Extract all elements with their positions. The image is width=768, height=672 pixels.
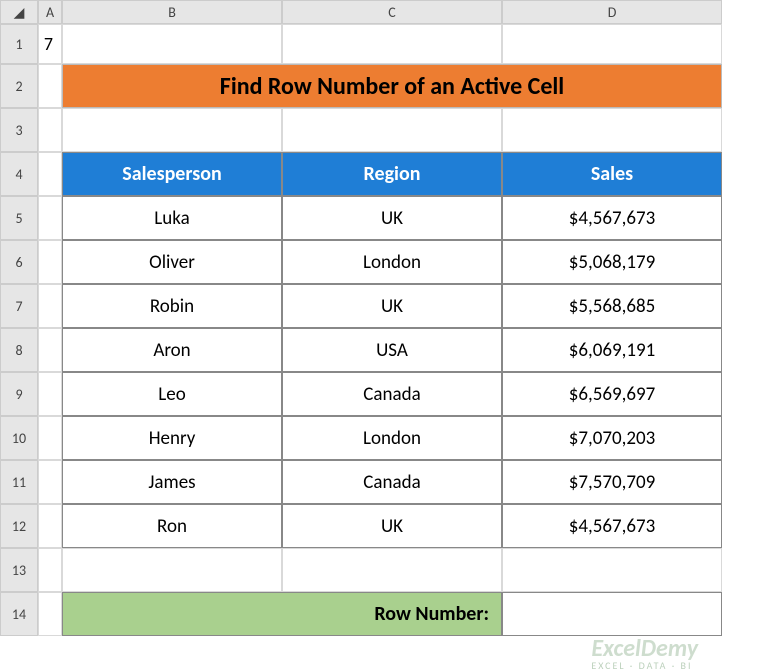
row-header-14[interactable]: 14 — [0, 592, 38, 636]
cell-A3[interactable] — [38, 108, 62, 152]
cell-A10[interactable] — [38, 416, 62, 460]
cell-A7[interactable] — [38, 284, 62, 328]
cell-A11[interactable] — [38, 460, 62, 504]
table-row[interactable]: USA — [282, 328, 502, 372]
row-header-10[interactable]: 10 — [0, 416, 38, 460]
cell-A14[interactable] — [38, 592, 62, 636]
row-header-8[interactable]: 8 — [0, 328, 38, 372]
row-header-9[interactable]: 9 — [0, 372, 38, 416]
table-row[interactable]: $6,569,697 — [502, 372, 722, 416]
table-row[interactable]: $5,568,685 — [502, 284, 722, 328]
cell-C3[interactable] — [282, 108, 502, 152]
table-row[interactable]: UK — [282, 284, 502, 328]
table-row[interactable]: Canada — [282, 460, 502, 504]
title-cell[interactable]: Find Row Number of an Active Cell — [62, 64, 722, 108]
table-row[interactable]: London — [282, 240, 502, 284]
cell-B13[interactable] — [62, 548, 282, 592]
cell-A9[interactable] — [38, 372, 62, 416]
table-row[interactable]: $5,068,179 — [502, 240, 722, 284]
table-row[interactable]: Oliver — [62, 240, 282, 284]
table-row[interactable]: Leo — [62, 372, 282, 416]
table-row[interactable]: Ron — [62, 504, 282, 548]
table-row[interactable]: $6,069,191 — [502, 328, 722, 372]
cell-A6[interactable] — [38, 240, 62, 284]
col-header-B[interactable]: B — [62, 0, 282, 24]
table-row[interactable]: $7,570,709 — [502, 460, 722, 504]
cell-A8[interactable] — [38, 328, 62, 372]
table-row[interactable]: Canada — [282, 372, 502, 416]
cell-A1[interactable]: 7 — [38, 24, 62, 64]
cell-D3[interactable] — [502, 108, 722, 152]
cell-B1[interactable] — [62, 24, 282, 64]
cell-A12[interactable] — [38, 504, 62, 548]
table-row[interactable]: London — [282, 416, 502, 460]
table-row[interactable]: $7,070,203 — [502, 416, 722, 460]
table-row[interactable]: $4,567,673 — [502, 504, 722, 548]
cell-A13[interactable] — [38, 548, 62, 592]
cell-B3[interactable] — [62, 108, 282, 152]
cell-C1[interactable] — [282, 24, 502, 64]
col-header-C[interactable]: C — [282, 0, 502, 24]
row-number-label[interactable]: Row Number: — [62, 592, 502, 636]
table-row[interactable]: $4,567,673 — [502, 196, 722, 240]
row-header-2[interactable]: 2 — [0, 64, 38, 108]
select-all-corner[interactable]: ◢ — [0, 0, 38, 24]
row-header-1[interactable]: 1 — [0, 24, 38, 64]
table-row[interactable]: UK — [282, 504, 502, 548]
row-header-12[interactable]: 12 — [0, 504, 38, 548]
cell-A2[interactable] — [38, 64, 62, 108]
col-header-D[interactable]: D — [502, 0, 722, 24]
watermark-logo: ExcelDemy EXCEL · DATA · BI — [591, 637, 698, 671]
table-row[interactable]: Luka — [62, 196, 282, 240]
table-row[interactable]: Aron — [62, 328, 282, 372]
row-header-11[interactable]: 11 — [0, 460, 38, 504]
row-header-6[interactable]: 6 — [0, 240, 38, 284]
cell-A4[interactable] — [38, 152, 62, 196]
cell-D13[interactable] — [502, 548, 722, 592]
row-number-value[interactable] — [502, 592, 722, 636]
header-region[interactable]: Region — [282, 152, 502, 196]
row-header-13[interactable]: 13 — [0, 548, 38, 592]
col-header-A[interactable]: A — [38, 0, 62, 24]
table-row[interactable]: James — [62, 460, 282, 504]
table-row[interactable]: UK — [282, 196, 502, 240]
cell-D1[interactable] — [502, 24, 722, 64]
watermark-tag: EXCEL · DATA · BI — [591, 661, 698, 671]
table-row[interactable]: Robin — [62, 284, 282, 328]
row-header-3[interactable]: 3 — [0, 108, 38, 152]
header-salesperson[interactable]: Salesperson — [62, 152, 282, 196]
row-header-7[interactable]: 7 — [0, 284, 38, 328]
cell-C13[interactable] — [282, 548, 502, 592]
cell-A5[interactable] — [38, 196, 62, 240]
spreadsheet-grid: ◢ A B C D 1 7 2 Find Row Number of an Ac… — [0, 0, 768, 636]
row-header-5[interactable]: 5 — [0, 196, 38, 240]
row-header-4[interactable]: 4 — [0, 152, 38, 196]
header-sales[interactable]: Sales — [502, 152, 722, 196]
table-row[interactable]: Henry — [62, 416, 282, 460]
